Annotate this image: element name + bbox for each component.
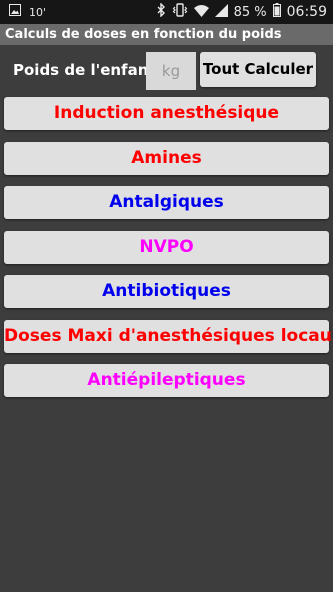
wifi-icon — [193, 4, 209, 21]
category-button-induction[interactable]: Induction anesthésique — [4, 97, 329, 130]
battery-icon — [272, 3, 281, 21]
category-button-doses-maxi[interactable]: Doses Maxi d'anesthésiques locaux — [4, 320, 333, 353]
category-button-antibiotiques[interactable]: Antibiotiques — [4, 275, 329, 308]
weight-input[interactable]: kg — [146, 52, 196, 90]
category-button-antiepileptiques[interactable]: Antiépileptiques — [4, 364, 329, 397]
weight-row: Poids de l'enfant kg Tout Calculer — [0, 50, 333, 92]
calculate-all-button[interactable]: Tout Calculer — [200, 52, 316, 87]
clock: 06:59 — [286, 4, 327, 20]
weight-label: Poids de l'enfant — [13, 61, 156, 79]
category-button-amines[interactable]: Amines — [4, 142, 329, 175]
battery-percent: 85 % — [233, 4, 267, 20]
category-button-antalgiques[interactable]: Antalgiques — [4, 186, 329, 219]
image-icon — [9, 4, 21, 20]
status-bar: 10' 85 % 06:59 — [0, 0, 333, 24]
bluetooth-icon — [157, 2, 166, 21]
category-button-nvpo[interactable]: NVPO — [4, 231, 329, 264]
temperature-text: 10' — [29, 5, 47, 19]
app-title: Calculs de doses en fonction du poids — [0, 24, 333, 45]
signal-icon — [214, 3, 228, 21]
vibrate-icon — [172, 3, 188, 21]
